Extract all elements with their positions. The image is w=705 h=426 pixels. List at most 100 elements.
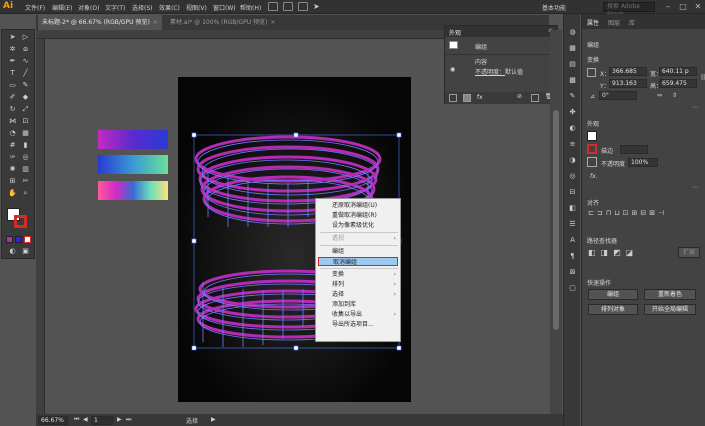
angle-field[interactable]: 0° — [599, 91, 637, 100]
scale-tool-icon[interactable]: ⤢ — [20, 105, 31, 114]
context-menu-item[interactable]: 选择 › — [318, 290, 398, 299]
paragraph-panel-icon[interactable]: ¶ — [567, 252, 578, 261]
curvature-tool-icon[interactable]: ∿ — [20, 57, 31, 66]
draw-mode-icon[interactable]: ◐ — [7, 247, 18, 256]
global-edit-button[interactable]: 开始全局编辑 — [644, 304, 696, 315]
symbols-panel-icon[interactable]: ✤ — [567, 108, 578, 117]
maximize-icon[interactable]: □ — [676, 1, 690, 13]
screen-mode-icon[interactable]: ▣ — [20, 247, 31, 256]
appearance-panel-icon[interactable]: ◎ — [567, 172, 578, 181]
graphic-styles-icon[interactable]: ◐ — [567, 124, 578, 133]
add-stroke-icon[interactable] — [449, 94, 457, 102]
pathfinder-panel-icon[interactable]: ◧ — [567, 204, 578, 213]
paintbrush-tool-icon[interactable]: ✎ — [20, 81, 31, 90]
appearance-row-group[interactable]: 编组 — [475, 42, 487, 51]
visibility-eye-icon[interactable]: ◉ — [450, 66, 455, 73]
eyedropper-tool-icon[interactable]: ✑ — [7, 153, 18, 162]
perspective-grid-tool-icon[interactable]: ▦ — [20, 129, 31, 138]
transparency-panel-icon[interactable]: ◑ — [567, 156, 578, 165]
align-buttons-row[interactable]: ⊏⊐⊓⊔⊡⊞⊟⊠⊣ — [588, 209, 698, 219]
pen-tool-icon[interactable]: ✒ — [7, 57, 18, 66]
constrain-proportions-icon[interactable]: ⛓ — [700, 74, 705, 81]
tab-properties[interactable]: 属性 — [587, 18, 599, 27]
slice-tool-icon[interactable]: ✂ — [20, 177, 31, 186]
gradient-tool-icon[interactable]: ▮ — [20, 141, 31, 150]
status-menu-icon[interactable]: ▶ — [211, 416, 216, 423]
context-menu-item[interactable]: 导出所选项目... — [318, 320, 398, 329]
artboard-number-field[interactable]: 1 — [91, 416, 113, 425]
bridge-icon[interactable] — [268, 2, 278, 11]
selection-tool-icon[interactable]: ➤ — [7, 33, 18, 42]
close-icon[interactable]: ✕ — [691, 1, 705, 13]
color-guide-icon[interactable]: ▦ — [567, 44, 578, 53]
zoom-level-field[interactable]: 66.67% — [38, 416, 68, 425]
character-panel-icon[interactable]: A — [567, 236, 578, 245]
gradient-swatch-2[interactable] — [98, 155, 168, 174]
height-field[interactable]: 659.475 — [659, 79, 697, 88]
color-panel-icon[interactable]: ◍ — [567, 28, 578, 37]
close-tab-icon[interactable]: ✕ — [270, 19, 275, 26]
more-appearance-options-icon[interactable]: ⋯ — [692, 184, 698, 191]
flip-horizontal-icon[interactable]: ⇔ — [657, 92, 662, 99]
hand-tool-icon[interactable]: ✋ — [7, 189, 18, 198]
x-field[interactable]: 366.685 — [609, 67, 647, 76]
scroll-thumb[interactable] — [553, 110, 559, 330]
free-transform-tool-icon[interactable]: ⊡ — [20, 117, 31, 126]
fx-button[interactable]: fx. — [590, 173, 598, 180]
context-menu-item[interactable]: 排列 › — [318, 280, 398, 289]
direct-selection-tool-icon[interactable]: ▷ — [20, 33, 31, 42]
menu-effect[interactable]: 效果(C) — [159, 3, 180, 12]
stock-icon[interactable] — [283, 2, 293, 11]
y-field[interactable]: 913.163 — [609, 79, 647, 88]
context-menu-item[interactable]: 变换 › — [318, 270, 398, 279]
line-tool-icon[interactable]: ╱ — [20, 69, 31, 78]
context-menu-item[interactable]: 收集以导出 › — [318, 310, 398, 319]
workspace-switcher[interactable]: 基本功能 — [542, 3, 566, 12]
first-artboard-icon[interactable]: ⏮ — [74, 416, 79, 424]
fill-color-swatch[interactable] — [587, 131, 597, 141]
stroke-panel-icon[interactable]: ≡ — [567, 140, 578, 149]
eraser-tool-icon[interactable]: ◆ — [20, 93, 31, 102]
menu-edit[interactable]: 编辑(E) — [52, 3, 72, 12]
next-artboard-icon[interactable]: ▶ — [117, 416, 122, 423]
menu-file[interactable]: 文件(F) — [25, 3, 45, 12]
shape-builder-tool-icon[interactable]: ◔ — [7, 129, 18, 138]
vertical-ruler[interactable] — [36, 39, 45, 414]
artboards-panel-icon[interactable]: ▢ — [567, 284, 578, 293]
menu-select[interactable]: 选择(S) — [132, 3, 153, 12]
gradient-swatch-1[interactable] — [98, 130, 168, 149]
stroke-weight-field[interactable] — [620, 145, 648, 154]
arrange-documents-icon[interactable] — [298, 2, 308, 11]
swatches-panel-icon[interactable]: ▩ — [567, 76, 578, 85]
menu-help[interactable]: 帮助(H) — [240, 3, 261, 12]
appearance-panel-header[interactable]: 外观 ≡ — [445, 26, 557, 37]
stock-search-input[interactable]: 搜索 Adobe Stock — [603, 2, 655, 18]
arrange-objects-button[interactable]: 排列对象 — [588, 304, 638, 315]
context-menu-item[interactable]: 取消编组 — [318, 257, 398, 266]
graph-tool-icon[interactable]: ▥ — [20, 165, 31, 174]
menu-type[interactable]: 文字(T) — [105, 3, 125, 12]
tab-libraries[interactable]: 库 — [629, 18, 635, 27]
gpu-performance-icon[interactable]: ➤ — [313, 2, 323, 11]
lasso-tool-icon[interactable]: ɷ — [20, 45, 31, 54]
vertical-scrollbar[interactable] — [550, 30, 562, 414]
gradient-panel-icon[interactable]: ▤ — [567, 60, 578, 69]
menu-view[interactable]: 视图(V) — [186, 3, 207, 12]
gradient-mode-icon[interactable] — [15, 236, 22, 243]
tab-layers[interactable]: 图层 — [608, 18, 620, 27]
rotate-tool-icon[interactable]: ↻ — [7, 105, 18, 114]
tab-sucai[interactable]: 素材.ai* @ 100% (RGB/GPU 预览) ✕ — [166, 15, 279, 30]
layers-panel-icon[interactable]: ☰ — [567, 220, 578, 229]
duplicate-item-icon[interactable] — [531, 94, 539, 102]
align-panel-icon[interactable]: ⊟ — [567, 188, 578, 197]
context-menu-item[interactable]: 编组 — [318, 247, 398, 256]
expand-button[interactable]: 扩展 — [678, 247, 700, 258]
width-field[interactable]: 640.11 p — [659, 67, 697, 76]
fx-icon[interactable]: fx — [477, 94, 483, 101]
width-tool-icon[interactable]: ⋈ — [7, 117, 18, 126]
tab-untitled-2[interactable]: 未标题-2* @ 66.67% (RGB/GPU 预览) ✕ — [38, 15, 162, 30]
links-panel-icon[interactable]: ⊠ — [567, 268, 578, 277]
none-mode-icon[interactable] — [24, 236, 31, 243]
blend-tool-icon[interactable]: ◎ — [20, 153, 31, 162]
stroke-swatch[interactable] — [14, 215, 27, 228]
